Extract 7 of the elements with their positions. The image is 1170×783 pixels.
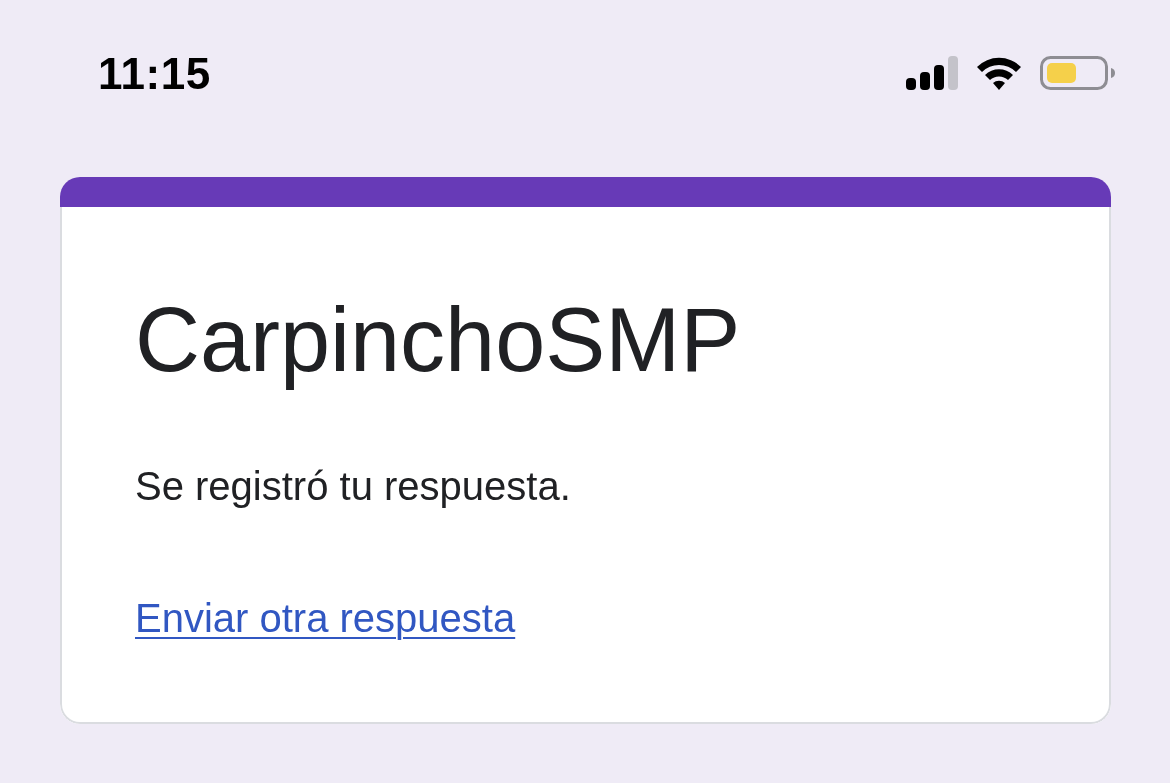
- battery-icon: [1040, 56, 1115, 90]
- signal-icon: [906, 56, 958, 90]
- status-time: 11:15: [98, 48, 211, 100]
- form-title: CarpinchoSMP: [135, 289, 741, 392]
- wifi-icon: [976, 56, 1022, 90]
- confirmation-message: Se registró tu respuesta.: [135, 463, 571, 510]
- submit-another-link[interactable]: Enviar otra respuesta: [135, 594, 516, 642]
